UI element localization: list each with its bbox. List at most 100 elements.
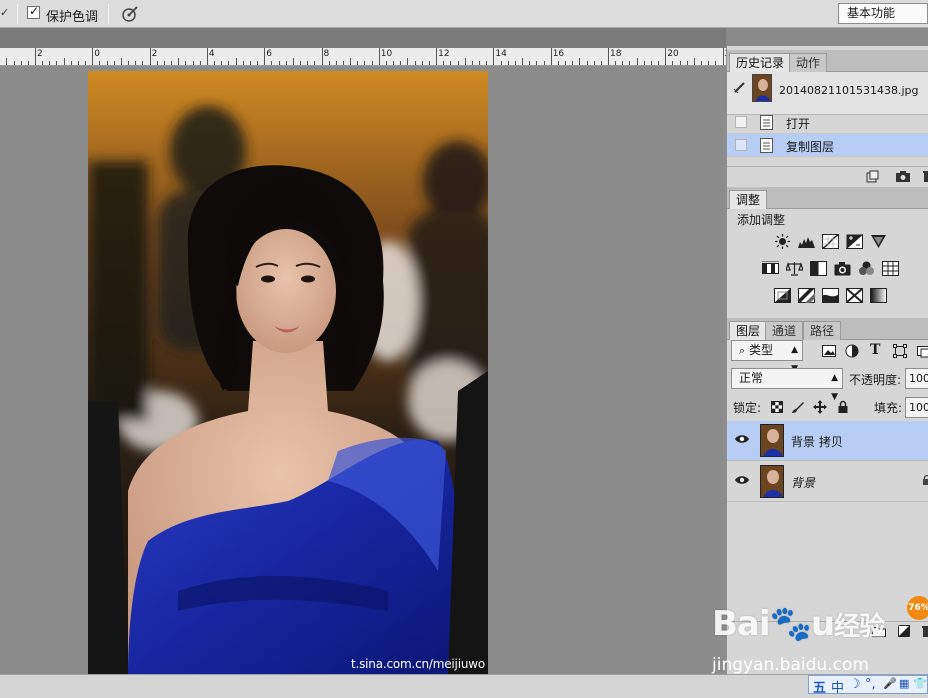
- layer-row[interactable]: 背景 拷贝: [727, 421, 928, 461]
- camera-snapshot-icon[interactable]: [895, 170, 911, 183]
- ime-keyboard-icon[interactable]: ▦: [899, 677, 909, 690]
- ruler-tick: [300, 61, 301, 65]
- workspace-switcher[interactable]: 基本功能: [838, 3, 928, 24]
- tab-paths[interactable]: 路径: [803, 321, 842, 340]
- ruler-tick: [364, 61, 366, 65]
- canvas-area[interactable]: t.sina.com.cn/meijiuwo: [0, 66, 726, 674]
- history-step-label: 复制图层: [786, 140, 835, 154]
- history-brush-icon[interactable]: [733, 80, 747, 94]
- filter-pixel-layer-icon[interactable]: [822, 344, 836, 358]
- visibility-eye-icon[interactable]: [735, 434, 749, 444]
- ruler-tick: [665, 48, 667, 65]
- ruler-tick: [393, 61, 395, 65]
- ime-mode-chinese[interactable]: 中: [831, 677, 844, 696]
- hue-saturation-icon[interactable]: [762, 261, 779, 276]
- history-source-checkbox[interactable]: [735, 116, 747, 128]
- history-snapshot[interactable]: 20140821101531438.jpg: [727, 72, 928, 115]
- ruler-tick: [13, 61, 15, 65]
- ruler-tick: [701, 61, 703, 65]
- ruler-tick: [321, 48, 323, 65]
- ruler-tick: [350, 58, 352, 65]
- visibility-eye-icon[interactable]: [735, 475, 749, 485]
- invert-icon[interactable]: [774, 288, 791, 303]
- color-balance-icon[interactable]: [786, 261, 803, 276]
- horizontal-ruler: 20246810121416182022: [0, 48, 726, 66]
- ruler-tick: [77, 61, 79, 65]
- lock-transparent-pixels-icon[interactable]: [770, 400, 784, 414]
- ruler-label: 4: [208, 49, 215, 59]
- filter-type-layer-icon[interactable]: T: [870, 342, 880, 358]
- tab-layers[interactable]: 图层: [729, 321, 768, 340]
- fill-input[interactable]: 100%: [905, 397, 928, 418]
- trash-icon[interactable]: [922, 625, 928, 638]
- threshold-icon[interactable]: [822, 288, 839, 303]
- document-icon: [760, 115, 773, 130]
- tab-actions[interactable]: 动作: [789, 53, 828, 72]
- filter-adjustment-layer-icon[interactable]: [845, 344, 859, 358]
- trash-icon[interactable]: [923, 170, 928, 183]
- ruler-tick: [49, 61, 51, 65]
- tab-history[interactable]: 历史记录: [729, 53, 792, 72]
- ime-logo-icon[interactable]: 五: [813, 677, 826, 696]
- options-bar: ✓ 保护色调 基本功能: [0, 0, 928, 28]
- ruler-tick: [543, 61, 545, 65]
- tab-channels[interactable]: 通道: [765, 321, 804, 340]
- new-layer-icon[interactable]: [898, 625, 911, 638]
- ruler-tick: [586, 61, 588, 65]
- black-white-icon[interactable]: [810, 261, 827, 276]
- filter-kind-label: 类型: [749, 343, 774, 357]
- document-image[interactable]: t.sina.com.cn/meijiuwo: [88, 71, 488, 674]
- ruler-tick: [171, 61, 173, 65]
- vibrance-icon[interactable]: [870, 234, 887, 249]
- baidu-jingyan-logo: Bai🐾u经验: [712, 604, 885, 644]
- ruler-tick: [292, 58, 294, 65]
- blend-mode-dropdown[interactable]: 正常 ▲ ▼: [731, 368, 843, 402]
- tab-adjustments[interactable]: 调整: [729, 190, 768, 209]
- photo-filter-icon[interactable]: [834, 261, 851, 276]
- new-document-from-state-icon[interactable]: [865, 170, 879, 183]
- curves-icon[interactable]: [822, 234, 839, 249]
- ruler-tick: [63, 58, 65, 65]
- ruler-tick: [85, 61, 87, 65]
- ruler-tick: [550, 48, 552, 65]
- ruler-tick: [500, 61, 502, 65]
- ime-half-width-icon[interactable]: ☽: [849, 677, 861, 692]
- ruler-label: 2: [151, 49, 158, 59]
- history-step[interactable]: 复制图层: [727, 134, 928, 157]
- ruler-tick: [436, 48, 438, 65]
- ime-skin-icon[interactable]: 👕: [913, 677, 927, 690]
- snapshot-name: 20140821101531438.jpg: [779, 84, 919, 97]
- brightness-contrast-icon[interactable]: [774, 234, 791, 249]
- gradient-map-icon[interactable]: [870, 288, 887, 303]
- lock-position-icon[interactable]: [813, 400, 827, 414]
- channel-mixer-icon[interactable]: [858, 261, 875, 276]
- ruler-tick: [221, 61, 223, 65]
- layer-row[interactable]: 背景: [727, 462, 928, 502]
- ime-voice-icon[interactable]: 🎤: [883, 677, 897, 690]
- exposure-icon[interactable]: [846, 234, 863, 249]
- opacity-input[interactable]: 100%: [905, 368, 928, 389]
- ruler-label: 16: [552, 49, 565, 59]
- ruler-tick: [35, 48, 36, 65]
- fill-label: 填充:: [874, 401, 903, 415]
- filter-shape-layer-icon[interactable]: [893, 344, 907, 358]
- layer-name[interactable]: 背景: [791, 474, 815, 491]
- history-source-checkbox[interactable]: [735, 139, 747, 151]
- protect-tones-checkbox[interactable]: [27, 4, 40, 19]
- color-lookup-icon[interactable]: [882, 261, 899, 276]
- ruler-tick: [658, 61, 660, 65]
- ime-punctuation-icon[interactable]: °,: [865, 677, 876, 692]
- filter-smart-object-icon[interactable]: [917, 344, 928, 358]
- pressure-brush-icon[interactable]: [120, 4, 140, 24]
- selective-color-icon[interactable]: [846, 288, 863, 303]
- ruler-tick: [199, 61, 201, 65]
- history-step[interactable]: 打开: [727, 111, 928, 134]
- status-bar: [0, 674, 928, 698]
- lock-all-icon[interactable]: [836, 400, 850, 414]
- layer-filter-kind-dropdown[interactable]: ⌕ 类型 ▲▼: [731, 340, 803, 374]
- layer-name[interactable]: 背景 拷贝: [791, 433, 843, 450]
- levels-icon[interactable]: [798, 234, 815, 249]
- posterize-icon[interactable]: [798, 288, 815, 303]
- tool-preset-icon[interactable]: ✓: [0, 6, 9, 19]
- lock-image-pixels-icon[interactable]: [791, 400, 805, 414]
